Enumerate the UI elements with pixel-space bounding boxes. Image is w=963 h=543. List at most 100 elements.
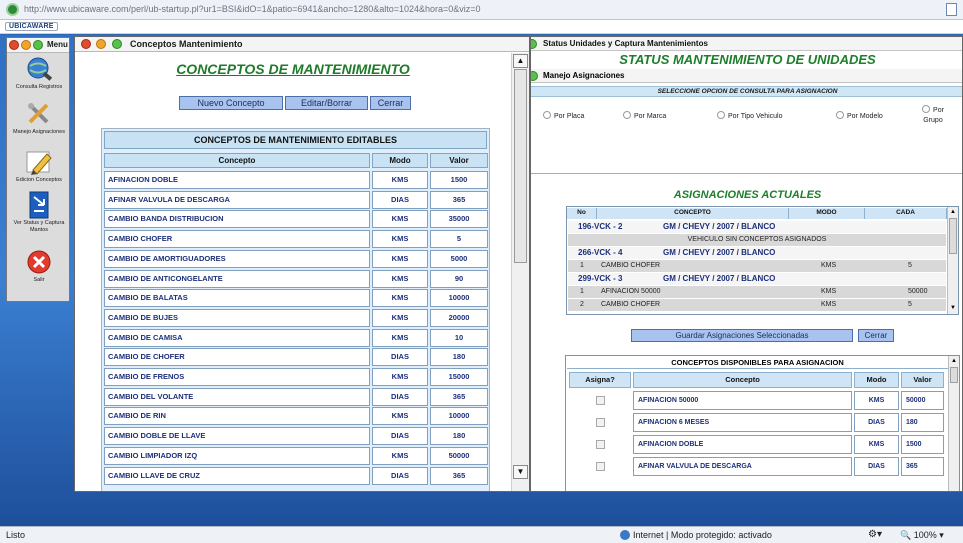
security-zone[interactable]: Internet | Modo protegido: activado	[633, 530, 772, 540]
table-row[interactable]: CAMBIO DE RIN KMS 10000	[102, 407, 491, 426]
table-row[interactable]: CAMBIO BANDA DISTRIBUCION KMS 35000	[102, 210, 491, 229]
cerrar-button[interactable]: Cerrar	[858, 329, 894, 342]
asignacion-item-row[interactable]: 1 CAMBIO CHOFER KMS 5	[568, 260, 946, 272]
cell-concepto: CAMBIO DEL VOLANTE	[104, 387, 370, 406]
asigna-checkbox[interactable]	[596, 440, 605, 449]
maximize-window-icon[interactable]	[33, 40, 43, 50]
table-row[interactable]: CAMBIO CHOFER KMS 5	[102, 230, 491, 249]
scroll-down-icon[interactable]: ▼	[513, 465, 528, 479]
radio-por-marca[interactable]: Por Marca	[623, 111, 666, 120]
table-row[interactable]: AFINACION 50000 KMS 50000	[566, 391, 946, 411]
minimize-window-icon[interactable]	[21, 40, 31, 50]
column-header-modo: Modo	[854, 372, 899, 388]
zoom-level[interactable]: 🔍 100% ▾	[900, 530, 944, 541]
scroll-up-icon[interactable]: ▲	[950, 357, 958, 365]
table-row[interactable]: CAMBIO DE BALATAS KMS 10000	[102, 289, 491, 308]
minimize-window-icon[interactable]	[96, 39, 106, 49]
table-row[interactable]: CAMBIO DE AMORTIGUADORES KMS 5000	[102, 249, 491, 268]
cerrar-button[interactable]: Cerrar	[370, 96, 411, 110]
conceptos-table: CONCEPTOS DE MANTENIMIENTO EDITABLES Con…	[101, 128, 491, 491]
scroll-thumb[interactable]	[950, 367, 958, 383]
vertical-scrollbar[interactable]: ▲	[948, 356, 959, 491]
scroll-up-icon[interactable]: ▲	[513, 54, 528, 68]
asigna-checkbox[interactable]	[596, 418, 605, 427]
menu-item-edicion-conceptos[interactable]: Edicion Conceptos	[9, 148, 69, 184]
cell-concepto: CAMBIO DE CAMISA	[104, 328, 370, 347]
table-row[interactable]: CAMBIO DE ANTICONGELANTE KMS 90	[102, 269, 491, 288]
cell-modo: KMS	[372, 308, 428, 327]
table-row[interactable]: CAMBIO LLAVE DE CRUZ DIAS 365	[102, 466, 491, 485]
scroll-down-icon[interactable]: ▼	[949, 304, 957, 312]
radio-icon[interactable]	[543, 111, 551, 119]
maximize-window-icon[interactable]	[531, 39, 537, 49]
cell-concepto: AFINAR VALVULA DE DESCARGA	[633, 457, 852, 476]
status-text: Listo	[6, 530, 26, 540]
table-row[interactable]: CAMBIO DE CAMISA KMS 10	[102, 328, 491, 347]
asignaciones-titlebar: Manejo Asignaciones	[531, 69, 962, 83]
cell-modo: KMS	[372, 230, 428, 249]
nuevo-concepto-button[interactable]: Nuevo Concepto	[179, 96, 283, 110]
asignacion-item-row[interactable]: 1 AFINACION 50000 KMS 50000	[568, 286, 946, 298]
table-row[interactable]: CAMBIO DE CHOFER DIAS 180	[102, 348, 491, 367]
radio-icon[interactable]	[623, 111, 631, 119]
protected-mode-icon[interactable]: ⚙▾	[868, 529, 882, 540]
radio-por-tipo-vehiculo[interactable]: Por Tipo Vehiculo	[717, 111, 782, 120]
item-no: 1	[580, 288, 584, 295]
menu-item-consulta-registros[interactable]: Consulta Registros	[9, 55, 69, 91]
scroll-thumb[interactable]	[949, 218, 957, 254]
radio-por-modelo[interactable]: Por Modelo	[836, 111, 883, 120]
menu-titlebar: Menu	[7, 38, 69, 53]
radio-icon[interactable]	[922, 105, 931, 113]
table-row[interactable]: CAMBIO DE FRENOS KMS 15000	[102, 368, 491, 386]
table-row[interactable]: AFINACION DOBLE KMS 1500	[102, 171, 491, 189]
vertical-scrollbar[interactable]: ▲ ▼	[511, 53, 529, 491]
globe-icon	[620, 530, 630, 540]
column-header-concepto: CONCEPTO	[597, 208, 789, 219]
close-window-icon[interactable]	[81, 39, 91, 49]
maximize-window-icon[interactable]	[112, 39, 122, 49]
guardar-asignaciones-button[interactable]: Guardar Asignaciones Seleccionadas	[631, 329, 853, 342]
editar-borrar-button[interactable]: Editar/Borrar	[285, 96, 368, 110]
table-row[interactable]: CAMBIO DOBLE DE LLAVE DIAS 180	[102, 427, 491, 446]
close-window-icon[interactable]	[9, 40, 19, 50]
table-row[interactable]: CAMBIO DEL VOLANTE DIAS 365	[102, 387, 491, 406]
radio-por-grupo[interactable]: Por Grupo	[916, 105, 950, 126]
disponibles-table: CONCEPTOS DISPONIBLES PARA ASIGNACION As…	[565, 355, 960, 491]
vehicle-row[interactable]: 299-VCK - 3 GM / CHEVY / 2007 / BLANCO	[568, 273, 946, 285]
table-row[interactable]: AFINAR VALVULA DE DESCARGA DIAS 365	[566, 457, 946, 477]
table-row[interactable]: CAMBIO LIMPIADOR IZQ KMS 50000	[102, 446, 491, 465]
cell-valor: 10000	[430, 289, 488, 308]
item-concepto: CAMBIO CHOFER	[601, 262, 661, 269]
radio-icon[interactable]	[836, 111, 844, 119]
vehicle-desc: GM / CHEVY / 2007 / BLANCO	[663, 222, 776, 231]
table-row[interactable]: CAMBIO DE BUJES KMS 20000	[102, 308, 491, 327]
table-row[interactable]: AFINACION DOBLE KMS 1500	[566, 435, 946, 455]
vehicle-row[interactable]: 266-VCK - 4 GM / CHEVY / 2007 / BLANCO	[568, 247, 946, 259]
scroll-up-icon[interactable]: ▲	[949, 208, 957, 216]
asigna-checkbox[interactable]	[596, 462, 605, 471]
url-text[interactable]: http://www.ubicaware.com/perl/ub-startup…	[24, 4, 481, 14]
radio-icon[interactable]	[717, 111, 725, 119]
cell-valor: 50000	[430, 446, 488, 465]
maximize-window-icon[interactable]	[531, 71, 538, 81]
vertical-scrollbar[interactable]: ▲ ▼	[947, 207, 958, 314]
page-icon[interactable]	[946, 3, 957, 16]
menu-item-manejo-asignaciones[interactable]: Manejo Asignaciones	[9, 100, 69, 136]
asignacion-item-row[interactable]: 2 CAMBIO CHOFER KMS 5	[568, 299, 946, 311]
scroll-thumb[interactable]	[514, 69, 527, 263]
column-header-cada: CADA	[865, 208, 947, 219]
address-bar[interactable]: http://www.ubicaware.com/perl/ub-startup…	[0, 0, 963, 20]
pencil-icon	[26, 151, 52, 175]
menu-item-ver-status[interactable]: Ver Status y Captura Mantos	[9, 191, 69, 234]
vehicle-row[interactable]: 196-VCK - 2 GM / CHEVY / 2007 / BLANCO	[568, 221, 946, 233]
table-row[interactable]: AFINAR VALVULA DE DESCARGA DIAS 365	[102, 190, 491, 209]
menu-item-salir[interactable]: Salir	[9, 248, 69, 284]
item-cada: 5	[908, 262, 912, 269]
page-title: CONCEPTOS DE MANTENIMIENTO	[176, 61, 410, 77]
asigna-checkbox[interactable]	[596, 396, 605, 405]
radio-por-placa[interactable]: Por Placa	[543, 111, 584, 120]
cell-valor: 365	[430, 190, 488, 209]
table-row[interactable]: AFINACION 6 MESES DIAS 180	[566, 413, 946, 433]
menu-label: Edicion Conceptos	[16, 177, 62, 183]
table-title: CONCEPTOS DISPONIBLES PARA ASIGNACION	[567, 357, 948, 369]
